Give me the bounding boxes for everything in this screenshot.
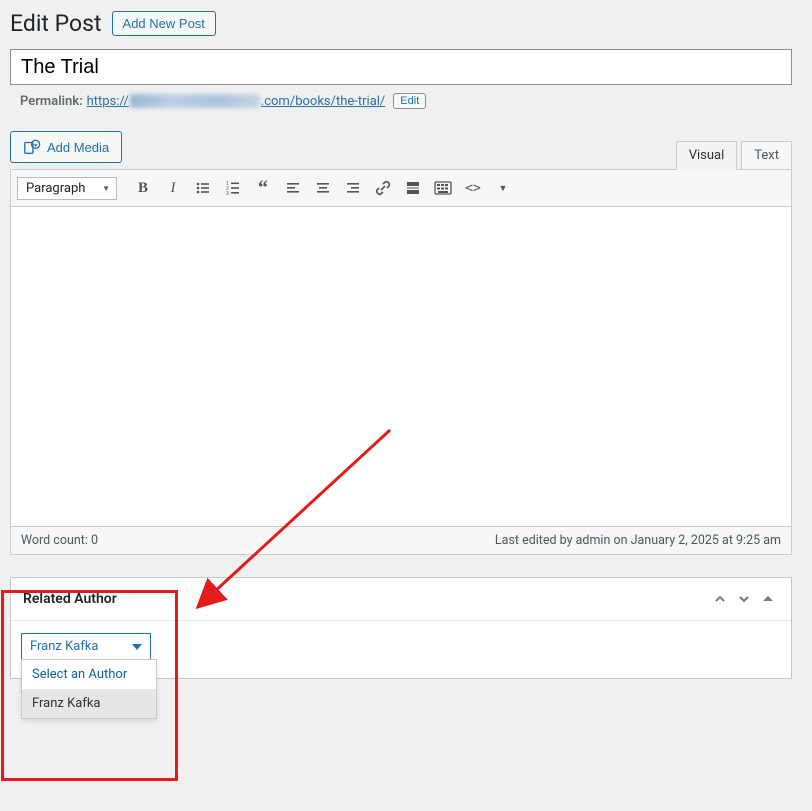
editor-content-area[interactable] [10,207,792,527]
align-center-button[interactable] [309,174,337,202]
related-author-select[interactable]: Franz Kafka [21,633,151,660]
blockquote-button[interactable]: “ [249,174,277,202]
svg-text:3: 3 [226,191,229,196]
tab-visual[interactable]: Visual [676,141,738,170]
move-down-icon[interactable] [733,588,755,610]
editor-status-bar: Word count: 0 Last edited by admin on Ja… [10,527,792,555]
page-title: Edit Post [10,10,102,37]
italic-button[interactable]: I [159,174,187,202]
last-edited: Last edited by admin on January 2, 2025 … [495,533,781,548]
permalink-row: Permalink: https:// .com/books/the-trial/… [10,93,792,109]
related-author-dropdown: Select an Author Franz Kafka [21,659,157,719]
add-media-button[interactable]: Add Media [10,131,122,163]
add-media-label: Add Media [47,140,109,155]
bullet-list-button[interactable] [189,174,217,202]
related-author-metabox: Related Author Franz Kafka Select an Aut… [10,577,792,679]
read-more-button[interactable] [399,174,427,202]
permalink-redacted [130,94,260,108]
editor-toolbar: Paragraph B I 123 “ <> ▼ [10,169,792,207]
permalink-label: Permalink: [20,94,83,109]
format-select[interactable]: Paragraph [17,177,117,200]
numbered-list-button[interactable]: 123 [219,174,247,202]
permalink-suffix: .com/books/the-trial/ [261,94,386,109]
align-right-button[interactable] [339,174,367,202]
post-title-input[interactable] [10,49,792,85]
dropdown-option-placeholder[interactable]: Select an Author [22,660,156,689]
edit-permalink-button[interactable]: Edit [393,93,426,109]
media-icon [23,138,41,156]
tab-text[interactable]: Text [741,141,792,170]
toolbar-toggle-button[interactable] [429,174,457,202]
format-select-label: Paragraph [26,181,85,196]
align-left-button[interactable] [279,174,307,202]
permalink-link[interactable]: https:// .com/books/the-trial/ [87,94,386,109]
add-new-post-button[interactable]: Add New Post [112,11,216,36]
toggle-panel-icon[interactable] [757,588,779,610]
metabox-title: Related Author [23,591,117,607]
bold-button[interactable]: B [129,174,157,202]
move-up-icon[interactable] [709,588,731,610]
word-count: Word count: 0 [21,533,98,548]
code-button[interactable]: <> [459,174,487,202]
dropdown-option-franz-kafka[interactable]: Franz Kafka [22,689,156,718]
link-button[interactable] [369,174,397,202]
related-author-selected: Franz Kafka [30,639,99,654]
permalink-prefix: https:// [87,94,129,109]
more-dropdown-icon[interactable]: ▼ [489,174,517,202]
